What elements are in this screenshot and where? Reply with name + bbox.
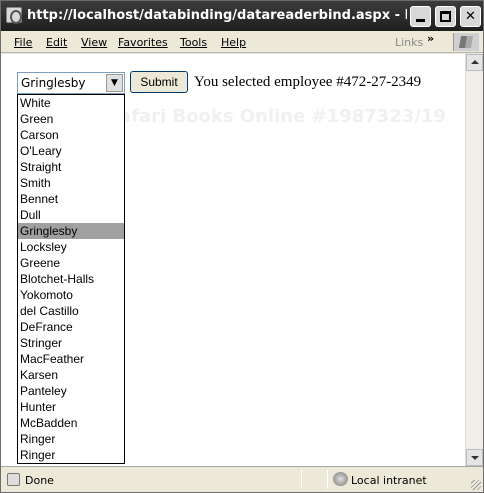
list-option[interactable]: DeFrance	[18, 319, 124, 335]
list-option[interactable]: Stringer	[18, 335, 124, 351]
list-option[interactable]: MacFeather	[18, 351, 124, 367]
list-option[interactable]: Smith	[18, 175, 124, 191]
scroll-up-icon[interactable]	[466, 54, 483, 71]
list-option[interactable]: Green	[18, 111, 124, 127]
list-option[interactable]: White	[18, 95, 124, 111]
list-option[interactable]: Karsen	[18, 367, 124, 383]
list-option[interactable]: Blotchet-Halls	[18, 271, 124, 287]
submit-button[interactable]: Submit	[130, 71, 188, 93]
status-bar: Done Local intranet	[1, 466, 483, 492]
links-toolbar[interactable]: Links	[395, 36, 423, 49]
list-option[interactable]: Gringlesby	[18, 223, 124, 239]
zone-text: Local intranet	[351, 474, 427, 487]
minimize-button[interactable]	[410, 6, 431, 27]
menu-tools[interactable]: Tools	[180, 36, 207, 49]
title-bar[interactable]: http://localhost/databinding/datareaderb…	[1, 1, 483, 31]
employee-select-value: Gringlesby	[21, 76, 86, 90]
minimize-icon	[416, 19, 425, 22]
list-option[interactable]: del Castillo	[18, 303, 124, 319]
status-divider	[301, 470, 302, 489]
vertical-scrollbar[interactable]	[465, 54, 483, 466]
list-option[interactable]: O'Leary	[18, 143, 124, 159]
maximize-button[interactable]	[435, 6, 456, 27]
watermark: Safari Books Online #1987323/19	[106, 106, 446, 127]
list-option[interactable]: Straight	[18, 159, 124, 175]
list-option[interactable]: Hunter	[18, 399, 124, 415]
list-option[interactable]: Carson	[18, 127, 124, 143]
scroll-down-icon[interactable]	[466, 449, 483, 466]
menu-edit[interactable]: Edit	[46, 36, 67, 49]
browser-window: http://localhost/databinding/datareaderb…	[0, 0, 484, 493]
page-done-icon	[7, 473, 20, 486]
page-content: Safari Books Online #1987323/19 Gringles…	[1, 54, 465, 466]
menu-favorites[interactable]: Favorites	[118, 36, 168, 49]
list-option[interactable]: Locksley	[18, 239, 124, 255]
local-intranet-icon	[333, 472, 348, 486]
list-option[interactable]: Ringer	[18, 431, 124, 447]
list-option[interactable]: Dull	[18, 207, 124, 223]
chevron-right-icon[interactable]: »	[427, 32, 434, 45]
windows-logo-icon	[453, 33, 479, 51]
status-divider	[327, 470, 328, 489]
list-option[interactable]: McBadden	[18, 415, 124, 431]
close-button[interactable]: ✕	[460, 6, 481, 27]
window-title: http://localhost/databinding/datareaderb…	[27, 8, 407, 23]
menu-view[interactable]: View	[81, 36, 107, 49]
list-option[interactable]: Ringer	[18, 447, 124, 463]
menu-file[interactable]: File	[14, 36, 32, 49]
list-option[interactable]: Panteley	[18, 383, 124, 399]
resize-grip-icon[interactable]	[471, 480, 481, 490]
list-option[interactable]: Bennet	[18, 191, 124, 207]
submit-label: Submit	[140, 75, 178, 89]
menu-help[interactable]: Help	[221, 36, 246, 49]
employee-dropdown-list[interactable]: White Green Carson O'Leary Straight Smith Benn…	[17, 94, 125, 464]
maximize-icon	[440, 11, 451, 22]
employee-select[interactable]: Gringlesby ▼	[17, 72, 125, 94]
status-text: Done	[25, 474, 54, 487]
selection-message: You selected employee #472-27-2349	[194, 74, 422, 90]
chevron-down-icon[interactable]: ▼	[106, 74, 123, 92]
list-option[interactable]: Yokomoto	[18, 287, 124, 303]
list-option[interactable]: Greene	[18, 255, 124, 271]
ie-page-icon	[6, 7, 22, 24]
menu-bar: File Edit View Favorites Tools Help Link…	[1, 31, 483, 53]
